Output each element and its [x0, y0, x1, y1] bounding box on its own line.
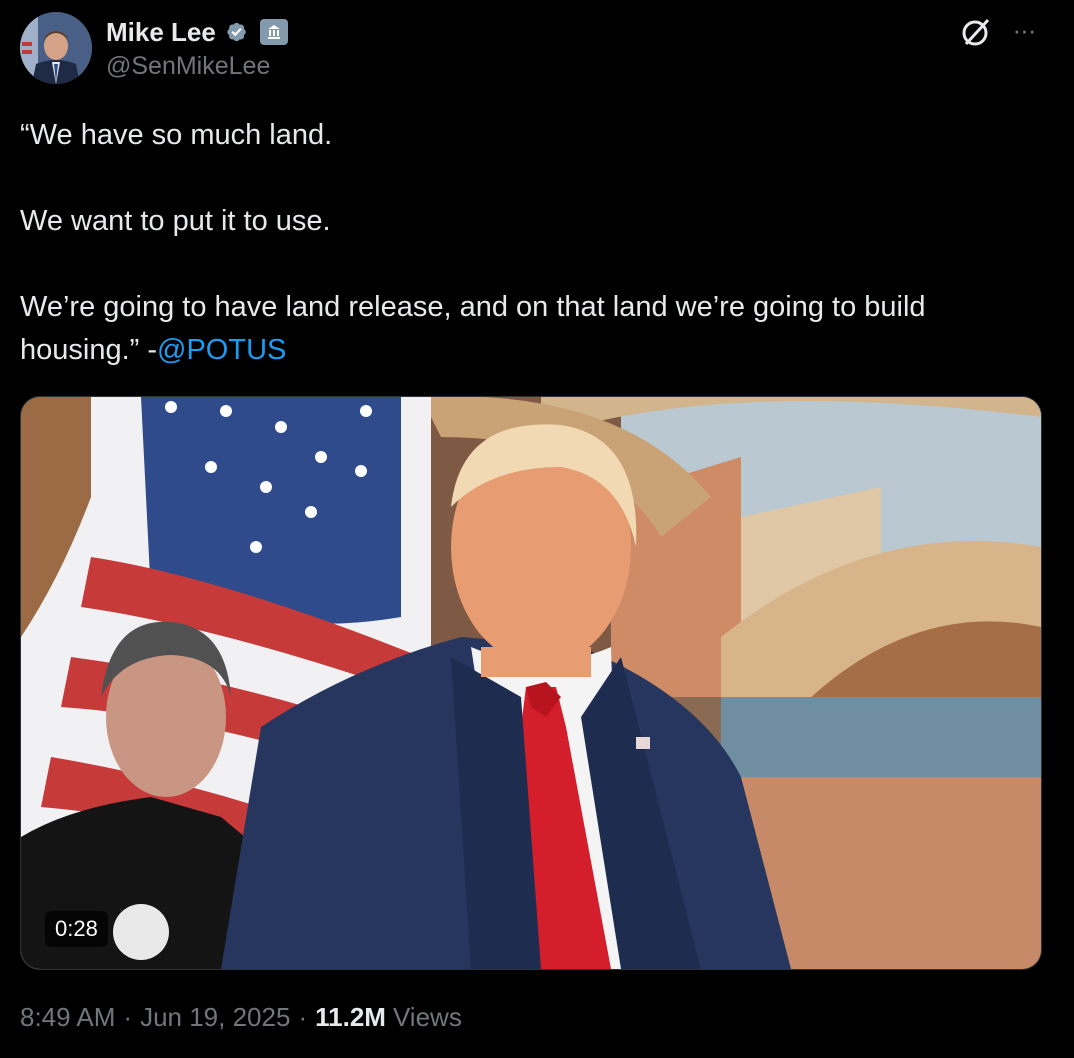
- avatar[interactable]: [20, 12, 92, 84]
- tweet-text: “We have so much land. We want to put it…: [20, 114, 1040, 372]
- video-player[interactable]: 0:28: [20, 396, 1042, 970]
- separator: ·: [123, 1002, 133, 1032]
- avatar-image: [20, 12, 92, 84]
- tweet-time[interactable]: 8:49 AM: [20, 1002, 115, 1033]
- author-handle[interactable]: @SenMikeLee: [106, 52, 270, 81]
- author-name[interactable]: Mike Lee: [106, 17, 216, 48]
- video-frame: [21, 397, 1041, 969]
- views-label: Views: [392, 1002, 462, 1032]
- tweet-line-3-text: We’re going to have land release, and on…: [20, 291, 926, 366]
- grok-icon[interactable]: [960, 16, 992, 48]
- government-building-icon[interactable]: [259, 19, 288, 45]
- tweet-meta: 8:49 AM · Jun 19, 2025 · 11.2M Views: [20, 1002, 462, 1033]
- verified-badge-icon[interactable]: [222, 18, 250, 46]
- tweet-line-1: “We have so much land.: [20, 119, 333, 151]
- tweet-line-3: We’re going to have land release, and on…: [20, 286, 1040, 372]
- more-options-icon[interactable]: ···: [1008, 14, 1040, 46]
- author-row: Mike Lee: [106, 14, 288, 50]
- separator: ·: [298, 1002, 308, 1032]
- tweet-date[interactable]: Jun 19, 2025: [140, 1002, 290, 1033]
- tweet-line-2: We want to put it to use.: [20, 205, 331, 237]
- video-duration: 0:28: [45, 911, 108, 947]
- mention-link[interactable]: @POTUS: [157, 334, 286, 366]
- views-count[interactable]: 11.2M: [315, 1002, 386, 1033]
